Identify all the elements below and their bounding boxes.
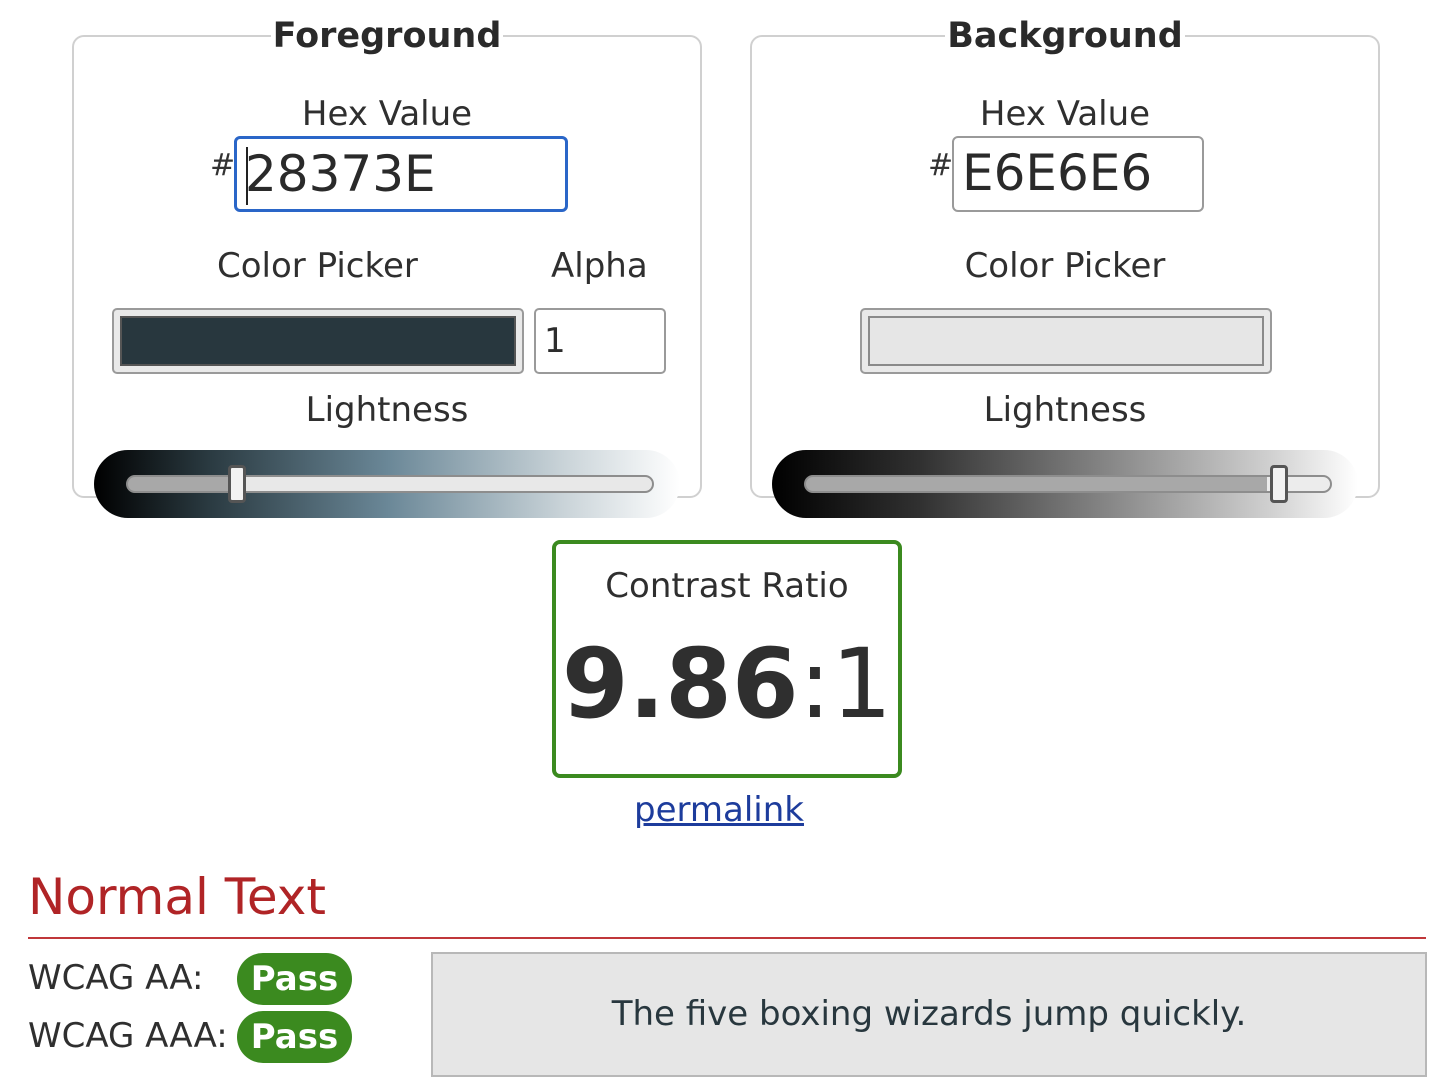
foreground-color-picker-label: Color Picker (217, 246, 418, 286)
foreground-color-picker[interactable] (112, 308, 524, 374)
text-caret (246, 147, 248, 205)
contrast-ratio-value: 9.86:1 (556, 624, 898, 744)
contrast-ratio-box: Contrast Ratio 9.86:1 (552, 540, 902, 778)
wcag-aaa-pass-badge: Pass (237, 1011, 352, 1063)
foreground-alpha-label: Alpha (551, 246, 648, 286)
foreground-hex-value: 28373E (245, 145, 436, 203)
normal-text-heading: Normal Text (28, 868, 326, 926)
foreground-hex-label: Hex Value (301, 94, 473, 134)
contrast-ratio-suffix: :1 (798, 628, 893, 740)
contrast-ratio-number: 9.86 (561, 628, 799, 740)
section-divider (28, 937, 1426, 939)
foreground-lightness-thumb[interactable] (227, 465, 246, 503)
wcag-aa-pass-badge: Pass (237, 953, 352, 1005)
background-hex-label: Hex Value (979, 94, 1151, 134)
background-lightness-slider[interactable] (804, 475, 1332, 493)
foreground-alpha-input[interactable]: 1 (534, 308, 666, 374)
background-hash: # (928, 148, 954, 183)
foreground-hex-input[interactable]: 28373E (234, 136, 568, 212)
contrast-ratio-label: Contrast Ratio (605, 566, 849, 606)
foreground-legend: Foreground (272, 16, 502, 56)
permalink-container: permalink (0, 790, 1438, 830)
background-hex-value: E6E6E6 (962, 144, 1153, 202)
wcag-aa-label: WCAG AA: (28, 958, 204, 998)
background-color-picker[interactable] (860, 308, 1272, 374)
foreground-panel: Foreground Hex Value # 28373E Color Pick… (72, 16, 702, 518)
background-panel: Background Hex Value # E6E6E6 Color Pick… (750, 16, 1380, 518)
permalink-link[interactable]: permalink (634, 790, 804, 830)
background-color-swatch (868, 316, 1264, 366)
foreground-lightness-slider[interactable] (126, 475, 654, 493)
background-color-picker-label: Color Picker (964, 246, 1166, 286)
background-lightness-label: Lightness (983, 390, 1147, 430)
normal-text-sample: The five boxing wizards jump quickly. (431, 952, 1427, 1077)
background-legend: Background (947, 16, 1183, 56)
foreground-color-swatch (120, 316, 516, 366)
foreground-hash: # (210, 148, 236, 183)
background-hex-input[interactable]: E6E6E6 (952, 136, 1204, 212)
wcag-aaa-label: WCAG AAA: (28, 1016, 228, 1056)
foreground-alpha-value: 1 (544, 321, 566, 361)
foreground-lightness-label: Lightness (305, 390, 469, 430)
background-lightness-thumb[interactable] (1270, 465, 1289, 503)
contrast-checker-page: Foreground Hex Value # 28373E Color Pick… (0, 0, 1438, 1092)
